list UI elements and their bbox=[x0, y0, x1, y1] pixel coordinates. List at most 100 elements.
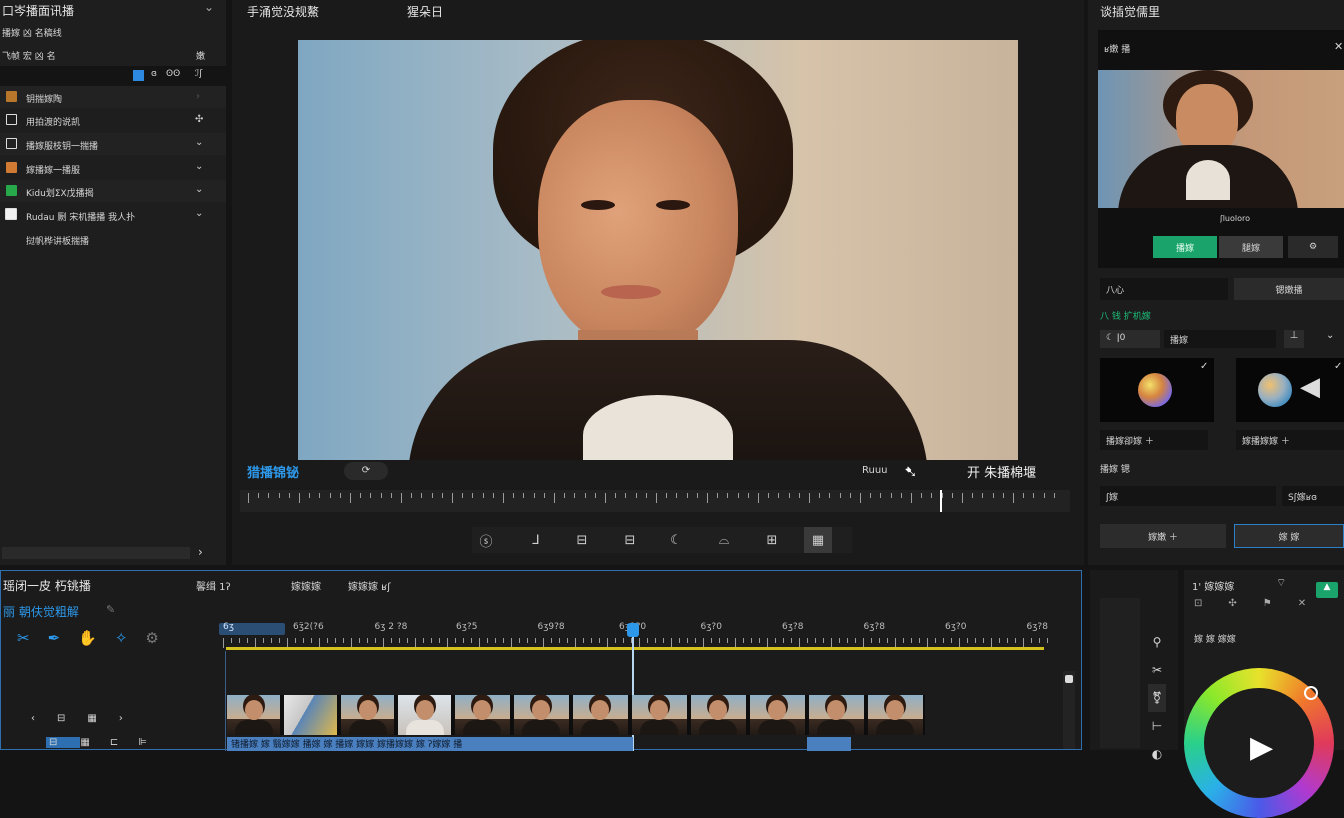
next-icon[interactable]: › bbox=[119, 713, 145, 724]
video-preview[interactable] bbox=[298, 40, 1018, 460]
wheel-handle[interactable] bbox=[1304, 686, 1318, 700]
pin-icon[interactable]: ✣ bbox=[1228, 598, 1262, 609]
ok-button[interactable]: 嫁 嫁 bbox=[1234, 524, 1344, 548]
left-scrollbar[interactable] bbox=[2, 547, 190, 559]
hand-icon[interactable]: ✋ bbox=[78, 629, 115, 647]
track-sync-icon[interactable]: ⊏ bbox=[110, 737, 138, 748]
field2-left[interactable]: ʃ嫁 bbox=[1100, 486, 1276, 506]
clip-thumbnail[interactable] bbox=[750, 695, 807, 735]
chevron-down-icon[interactable]: ⌄ bbox=[195, 208, 203, 219]
magnet-icon[interactable]: ⚲ bbox=[1148, 628, 1166, 656]
clip-thumbnail[interactable] bbox=[868, 695, 925, 735]
add-button[interactable]: 嫁嫩 ＋ bbox=[1100, 524, 1226, 548]
frame-icon[interactable]: ⊡ bbox=[1194, 598, 1228, 609]
link-icon[interactable]: ✂ bbox=[1148, 656, 1166, 684]
chevron-right-icon[interactable]: › bbox=[198, 545, 203, 559]
clip-thumbnail[interactable] bbox=[691, 695, 748, 735]
pen-icon[interactable]: ✒ bbox=[48, 629, 79, 647]
scroll-thumb[interactable] bbox=[1065, 675, 1073, 683]
chevron-down-icon[interactable]: ⌄ bbox=[195, 184, 203, 195]
clip-thumbnail[interactable] bbox=[632, 695, 689, 735]
caption-clip-2[interactable] bbox=[807, 737, 851, 751]
playhead-handle[interactable] bbox=[627, 623, 639, 637]
color-card-1[interactable]: ✓ bbox=[1100, 358, 1214, 422]
settings-icon[interactable]: ℐʃ bbox=[195, 69, 202, 79]
caption-track[interactable]: 锗播嫁 嫁 翳嫁嫁 播嫁 嫁 播嫁 嫁嫁 嫁播嫁嫁 嫁 ʔ嫁嫁 播 bbox=[227, 737, 633, 751]
marker-icon[interactable]: ⊢ bbox=[1148, 712, 1166, 740]
chevron-down-icon[interactable]: ⌄ bbox=[195, 137, 203, 148]
block-icon[interactable]: ▦ bbox=[87, 713, 118, 724]
gear-icon[interactable]: ⚙ bbox=[145, 629, 176, 647]
tab-4[interactable]: 嫁嫁嫁 ʁʃ bbox=[348, 578, 391, 593]
clip-thumbnail[interactable] bbox=[398, 695, 453, 735]
track-block-icon[interactable]: ▦ bbox=[80, 737, 109, 748]
close-icon[interactable]: ✕ bbox=[1334, 40, 1343, 53]
record-icon[interactable]: ⓢ bbox=[472, 527, 500, 553]
square-toggle-icon[interactable] bbox=[133, 70, 144, 81]
track-lock-icon[interactable]: ⊟ bbox=[46, 737, 81, 748]
frame-icon[interactable]: ⊟ bbox=[57, 713, 87, 724]
edit-icon[interactable]: ✎ bbox=[106, 603, 115, 616]
align-icon[interactable]: ⊥ bbox=[1284, 330, 1304, 348]
list-item[interactable]: 播嫁服枝钥一揣播 ⌄ bbox=[0, 133, 226, 155]
work-area-bar[interactable] bbox=[226, 647, 1044, 650]
list-item[interactable]: 钥揣嫁陶 › bbox=[0, 86, 226, 108]
color-wheel[interactable]: ▶ bbox=[1184, 668, 1334, 818]
tab-left[interactable]: 八心 bbox=[1100, 278, 1228, 300]
list-item[interactable]: Rudau 劂 宋机播播 我人扑 ⌄ bbox=[0, 204, 226, 226]
preview-thumbnail[interactable] bbox=[1098, 70, 1344, 208]
scroll-down-icon[interactable]: ⌄ bbox=[1326, 330, 1334, 341]
card1-label[interactable]: 播嫁卻嫁 ＋ bbox=[1100, 430, 1208, 450]
prev-icon[interactable]: ‹ bbox=[31, 713, 57, 724]
close-icon[interactable]: ✕ bbox=[1298, 598, 1332, 609]
list-item[interactable]: 嫁播嫁一播服 ⌄ bbox=[0, 157, 226, 179]
scrub-ruler[interactable] bbox=[240, 490, 1070, 512]
clip-thumbnail[interactable] bbox=[341, 695, 396, 735]
color-card-2[interactable]: ◀ ✓ bbox=[1236, 358, 1344, 422]
secondary-button[interactable]: 腿嫁 bbox=[1219, 236, 1283, 258]
list-item[interactable]: 挝帆桦讲板揣播 bbox=[0, 228, 226, 250]
list-item[interactable]: 用拍渡的说凯 ✣ bbox=[0, 109, 226, 131]
list-item[interactable]: Kidu划ΣX戊播揭 ⌄ bbox=[0, 180, 226, 202]
magic-icon[interactable]: ✧ bbox=[115, 629, 146, 647]
toggle-control[interactable]: ☾ ǀ0 bbox=[1100, 330, 1160, 348]
track-eye-icon[interactable]: ⊫ bbox=[138, 737, 167, 748]
transform-icon[interactable]: ⌓ bbox=[710, 527, 738, 553]
apply-button[interactable]: 播嫁 bbox=[1153, 236, 1217, 258]
tab-3[interactable]: 嫁嫁嫁 bbox=[291, 578, 321, 593]
crop-icon[interactable]: ⊟ bbox=[616, 527, 644, 553]
view-icon-2[interactable]: ʘʘ bbox=[166, 69, 180, 79]
clip-thumbnail[interactable] bbox=[284, 695, 339, 735]
mark-in-icon[interactable]: ⅃ bbox=[522, 527, 550, 553]
tab-right[interactable]: 锶嫩播 bbox=[1234, 278, 1344, 300]
playhead-marker[interactable] bbox=[940, 490, 942, 512]
slip-icon[interactable]: ⚧ bbox=[1148, 684, 1166, 712]
audio-icon[interactable]: ◐ bbox=[1148, 740, 1166, 768]
pin-icon[interactable]: ✣ bbox=[195, 114, 203, 125]
checkbox[interactable] bbox=[5, 208, 17, 220]
frame-icon[interactable]: ⊟ bbox=[568, 527, 596, 553]
clip-thumbnail[interactable] bbox=[227, 695, 282, 735]
razor-icon[interactable]: ✂ bbox=[17, 629, 48, 647]
grid-icon[interactable]: ▦ bbox=[804, 527, 832, 553]
clip-thumbnail[interactable] bbox=[809, 695, 866, 735]
timeline-scrollbar[interactable] bbox=[1063, 671, 1075, 749]
mask-icon[interactable]: ☾ bbox=[662, 527, 690, 553]
chevron-down-icon[interactable]: ⌄ bbox=[195, 161, 203, 172]
loop-toggle[interactable]: ⟳ bbox=[344, 462, 388, 480]
checkbox[interactable] bbox=[6, 114, 17, 125]
effects-icon[interactable]: ⊞ bbox=[758, 527, 786, 553]
card2-label[interactable]: 嫁播嫁嫁 ＋ bbox=[1236, 430, 1344, 450]
clip-thumbnail[interactable] bbox=[573, 695, 630, 735]
mask-icon[interactable]: ⌔ bbox=[1276, 576, 1286, 590]
video-track[interactable] bbox=[227, 695, 925, 735]
view-icon[interactable]: ɞ bbox=[151, 69, 157, 79]
status-badge[interactable]: ▲ bbox=[1316, 582, 1338, 598]
field2-right[interactable]: Sʃ嫁ʁɞ bbox=[1282, 486, 1344, 506]
checkbox[interactable] bbox=[6, 138, 17, 149]
clip-thumbnail[interactable] bbox=[514, 695, 571, 735]
play-icon[interactable]: ▶ bbox=[1250, 730, 1273, 765]
picker-icon[interactable]: ⚑ bbox=[1263, 598, 1298, 609]
chevron-down-icon[interactable]: ⌄ bbox=[204, 0, 214, 14]
clip-thumbnail[interactable] bbox=[455, 695, 512, 735]
